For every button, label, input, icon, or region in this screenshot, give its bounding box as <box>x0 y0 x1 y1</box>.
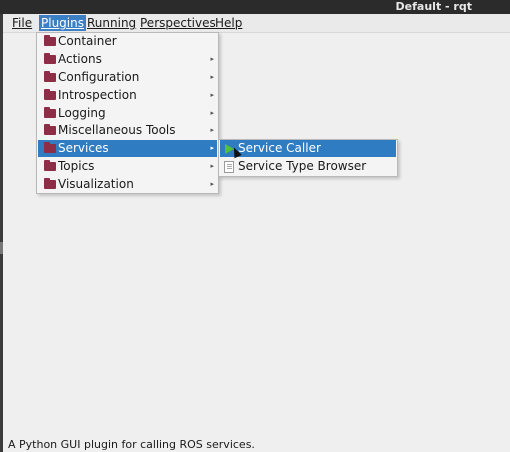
menu-item-label: Services <box>58 141 109 155</box>
menu-help[interactable]: Help <box>213 15 244 31</box>
menu-running[interactable]: Running <box>85 15 138 31</box>
submenu-arrow-icon: ▸ <box>210 55 214 63</box>
menu-item-miscellaneous-tools[interactable]: Miscellaneous Tools ▸ <box>38 122 217 139</box>
submenu-arrow-icon: ▸ <box>210 180 214 188</box>
menu-item-visualization[interactable]: Visualization ▸ <box>38 176 217 193</box>
menu-plugins[interactable]: Plugins <box>39 15 86 31</box>
folder-icon <box>44 142 56 153</box>
menu-item-label: Configuration <box>58 70 140 84</box>
menu-item-actions[interactable]: Actions ▸ <box>38 51 217 68</box>
menu-item-label: Miscellaneous Tools <box>58 123 176 137</box>
submenu-arrow-icon: ▸ <box>210 91 214 99</box>
folder-icon <box>44 89 56 100</box>
menu-item-configuration[interactable]: Configuration ▸ <box>38 69 217 86</box>
submenu-item-service-caller[interactable]: Service Caller <box>220 140 396 157</box>
left-window-edge <box>0 14 3 452</box>
menu-item-label: Actions <box>58 52 102 66</box>
submenu-arrow-icon: ▸ <box>210 73 214 81</box>
menu-item-label: Container <box>58 34 117 48</box>
status-bar: A Python GUI plugin for calling ROS serv… <box>3 438 510 452</box>
services-submenu: Service Caller Service Type Browser <box>218 139 398 177</box>
folder-icon <box>44 71 56 82</box>
submenu-item-label: Service Type Browser <box>238 159 367 173</box>
submenu-item-label: Service Caller <box>238 141 321 155</box>
menu-item-label: Introspection <box>58 88 137 102</box>
folder-icon <box>44 107 56 118</box>
menu-item-logging[interactable]: Logging ▸ <box>38 105 217 122</box>
window-titlebar: Default - rqt <box>0 0 510 14</box>
folder-icon <box>44 178 56 189</box>
folder-icon <box>44 53 56 64</box>
menu-item-label: Topics <box>58 159 95 173</box>
submenu-arrow-icon: ▸ <box>210 162 214 170</box>
menubar: File Plugins Running Perspectives Help <box>3 14 510 33</box>
window-title: Default - rqt <box>395 0 472 13</box>
folder-icon <box>44 35 56 46</box>
folder-icon <box>44 160 56 171</box>
submenu-item-service-type-browser[interactable]: Service Type Browser <box>220 158 396 175</box>
folder-icon <box>44 124 56 135</box>
menu-item-services[interactable]: Services ▸ <box>38 140 217 157</box>
menu-file[interactable]: File <box>10 15 34 31</box>
menu-perspectives[interactable]: Perspectives <box>138 15 218 31</box>
submenu-arrow-icon: ▸ <box>210 144 214 152</box>
menu-item-label: Logging <box>58 106 106 120</box>
submenu-arrow-icon: ▸ <box>210 126 214 134</box>
menu-item-introspection[interactable]: Introspection ▸ <box>38 87 217 104</box>
plugins-menu: Container Actions ▸ Configuration ▸ Intr… <box>36 32 219 194</box>
menu-item-label: Visualization <box>58 177 134 191</box>
document-icon <box>224 161 234 173</box>
submenu-arrow-icon: ▸ <box>210 109 214 117</box>
menu-item-topics[interactable]: Topics ▸ <box>38 158 217 175</box>
menu-item-container[interactable]: Container <box>38 33 217 50</box>
edge-notch <box>0 242 3 254</box>
status-text: A Python GUI plugin for calling ROS serv… <box>8 438 255 451</box>
